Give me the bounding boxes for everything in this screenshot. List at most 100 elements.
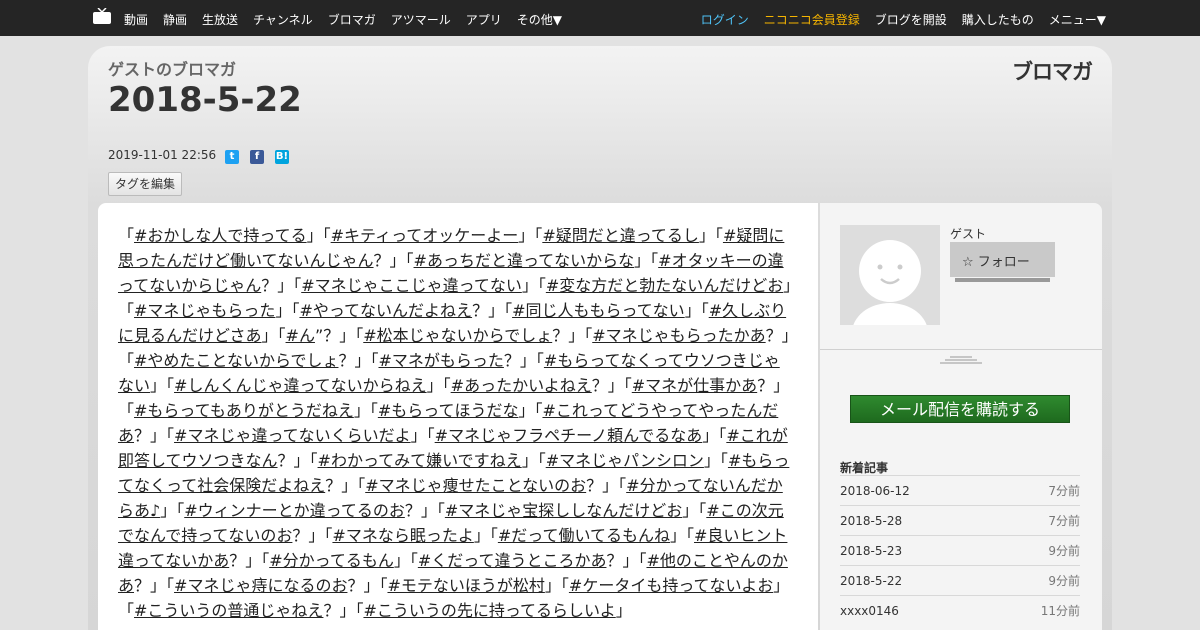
hashtag-link[interactable]: #マネがもらった [378, 351, 503, 370]
niconico-tv-icon[interactable] [93, 8, 111, 24]
nav-channel[interactable]: チャンネル [253, 11, 313, 28]
article-text: ？」「 [552, 326, 593, 345]
hatena-bookmark-icon[interactable]: B! [275, 150, 289, 164]
hashtag-link[interactable]: #あっちだと違ってないからな [414, 251, 635, 270]
article-text: ？」「 [586, 476, 627, 495]
article-text: ？」「 [323, 601, 364, 620]
recent-article-age: 7分前 [1048, 514, 1080, 528]
article-text: 」「 [410, 426, 435, 445]
hashtag-link[interactable]: #ん [286, 326, 315, 345]
article-text: ？」「 [472, 301, 513, 320]
recent-article-title[interactable]: 2018-06-12 [840, 484, 910, 498]
hashtag-link[interactable]: #あったかいよねえ [451, 376, 592, 395]
hashtag-link[interactable]: #マネなら眠ったよ [332, 526, 473, 545]
article-text: 」「 [473, 526, 498, 545]
hashtag-link[interactable]: #おかしな人で持ってる [134, 226, 307, 245]
recent-article-item[interactable]: 2018-5-22 9分前 [840, 565, 1080, 595]
hashtag-link[interactable]: #マネじゃ痔になるのお [174, 576, 347, 595]
hashtag-link[interactable]: #わかってみて嫌いですねえ [318, 451, 522, 470]
twitter-share-icon[interactable]: t [225, 150, 239, 164]
follow-button[interactable]: ☆ フォロー [950, 242, 1055, 277]
recent-article-item[interactable]: 2018-06-12 7分前 [840, 475, 1080, 505]
recent-article-title[interactable]: 2018-5-23 [840, 544, 902, 558]
nav-bromaga[interactable]: ブロマガ [328, 11, 376, 28]
hashtag-link[interactable]: #マネじゃもらった [134, 301, 275, 320]
profile-avatar[interactable] [840, 225, 940, 325]
star-icon: ☆ [962, 255, 974, 270]
hashtag-link[interactable]: #変な方だと勃たないんだけどお [546, 276, 783, 295]
article-text: ？」「 [347, 576, 388, 595]
article-text: 」「 [684, 301, 709, 320]
recent-article-title[interactable]: 2018-5-28 [840, 514, 902, 528]
nav-douga[interactable]: 動画 [124, 11, 148, 28]
hashtag-link[interactable]: #ウィンナーとか違ってるのお [184, 501, 405, 520]
hashtag-link[interactable]: #疑問だと違ってるし [542, 226, 699, 245]
recent-article-item[interactable]: 2018-5-28 7分前 [840, 505, 1080, 535]
hashtag-link[interactable]: #マネじゃフラペチーノ頼んでるなあ [435, 426, 703, 445]
article-text: ？」「 [338, 351, 379, 370]
nav-atsumaru[interactable]: アツマール [391, 11, 451, 28]
hashtag-link[interactable]: #キティってオッケーよー [331, 226, 519, 245]
register-link[interactable]: ニコニコ会員登録 [764, 11, 860, 28]
article-text: 」「 [670, 526, 695, 545]
article-text: 」「 [306, 226, 331, 245]
menu-dropdown[interactable]: メニュー▼ [1049, 11, 1106, 28]
follow-button-shadow [955, 278, 1050, 282]
profile-name[interactable]: ゲスト [950, 225, 986, 242]
hashtag-link[interactable]: #やめたことないからでしょ [134, 351, 338, 370]
hashtag-link[interactable]: #しんくんじゃ違ってないからねえ [174, 376, 427, 395]
hashtag-link[interactable]: #やってないんだよねえ [299, 301, 472, 320]
bromaga-logo[interactable]: ブロマガ [1012, 56, 1093, 86]
hashtag-link[interactable]: #マネじゃ違ってないくらいだよ [174, 426, 411, 445]
top-navigation-bar: 動画 静画 生放送 チャンネル ブロマガ アツマール アプリ その他▼ ログイン… [0, 0, 1200, 36]
edit-tags-button[interactable]: タグを編集 [108, 172, 183, 196]
hashtag-link[interactable]: #くだって違うところかあ [418, 551, 607, 570]
hashtag-link[interactable]: #だって働いてるもんね [498, 526, 670, 545]
recent-article-title[interactable]: 2018-5-22 [840, 574, 902, 588]
default-avatar-icon [853, 240, 927, 325]
login-link[interactable]: ログイン [701, 11, 749, 28]
blog-name[interactable]: ゲストのブロマガ [108, 56, 236, 80]
hashtag-link[interactable]: #同じ人ももらってない [512, 301, 685, 320]
post-date: 2019-11-01 22:56 [108, 148, 217, 162]
article-text: 」「 [521, 276, 546, 295]
hashtag-link[interactable]: #こういうの先に持ってるらしいよ [363, 601, 615, 620]
hashtag-link[interactable]: #マネじゃ痩せたことないのお [365, 476, 586, 495]
sidebar: ゲスト ☆ フォロー メール配信を購読する 新着記事 2018-06-12 7分前… [820, 203, 1102, 630]
facebook-share-icon[interactable]: f [250, 150, 264, 164]
article-text: ？」「 [292, 526, 333, 545]
hashtag-link[interactable]: #モテないほうが松村 [387, 576, 544, 595]
hashtag-link[interactable]: #マネじゃここじゃ違ってない [301, 276, 522, 295]
recent-article-age: 7分前 [1048, 484, 1080, 498]
recent-article-item[interactable]: xxxx0146 11分前 [840, 595, 1080, 625]
open-blog-link[interactable]: ブログを開設 [875, 11, 947, 28]
article-text: 」「 [703, 451, 728, 470]
recent-articles-list: 2018-06-12 7分前 2018-5-28 7分前 2018-5-23 9分前 … [840, 475, 1080, 625]
hashtag-link[interactable]: #分かってるもん [269, 551, 394, 570]
nav-app[interactable]: アプリ [466, 11, 502, 28]
purchased-link[interactable]: 購入したもの [962, 11, 1034, 28]
article-text: ？」「 [134, 576, 175, 595]
service-nav: 動画 静画 生放送 チャンネル ブロマガ アツマール アプリ その他▼ [124, 11, 577, 28]
hashtag-link[interactable]: #もらってもありがとうだねえ [134, 401, 354, 420]
recent-article-title[interactable]: xxxx0146 [840, 604, 899, 618]
hashtag-link[interactable]: #ケータイも持ってないよお [569, 576, 773, 595]
article-text: 」「 [518, 226, 543, 245]
subscribe-mail-button[interactable]: メール配信を購読する [850, 395, 1070, 423]
follow-label: フォロー [977, 255, 1030, 270]
hashtag-link[interactable]: #もらってほうだな [378, 401, 519, 420]
hashtag-link[interactable]: #こういうの普通じゃねえ [134, 601, 323, 620]
recent-article-item[interactable]: 2018-5-23 9分前 [840, 535, 1080, 565]
article-text: ？」「 [606, 551, 647, 570]
hashtag-link[interactable]: #マネじゃパンシロン [546, 451, 704, 470]
hashtag-link[interactable]: #マネが仕事かあ [632, 376, 757, 395]
nav-seiga[interactable]: 静画 [163, 11, 187, 28]
hashtag-link[interactable]: #マネじゃもらったかあ [592, 326, 765, 345]
nav-live[interactable]: 生放送 [202, 11, 238, 28]
hashtag-link[interactable]: #松本じゃないからでしょ [363, 326, 552, 345]
hashtag-link[interactable]: #マネじゃ宝探ししなんだけどお [445, 501, 682, 520]
nav-other-dropdown[interactable]: その他▼ [517, 11, 562, 28]
article-text: ？」「 [404, 501, 445, 520]
article-text: ？」「 [229, 551, 270, 570]
grip-lines-icon [940, 356, 982, 364]
